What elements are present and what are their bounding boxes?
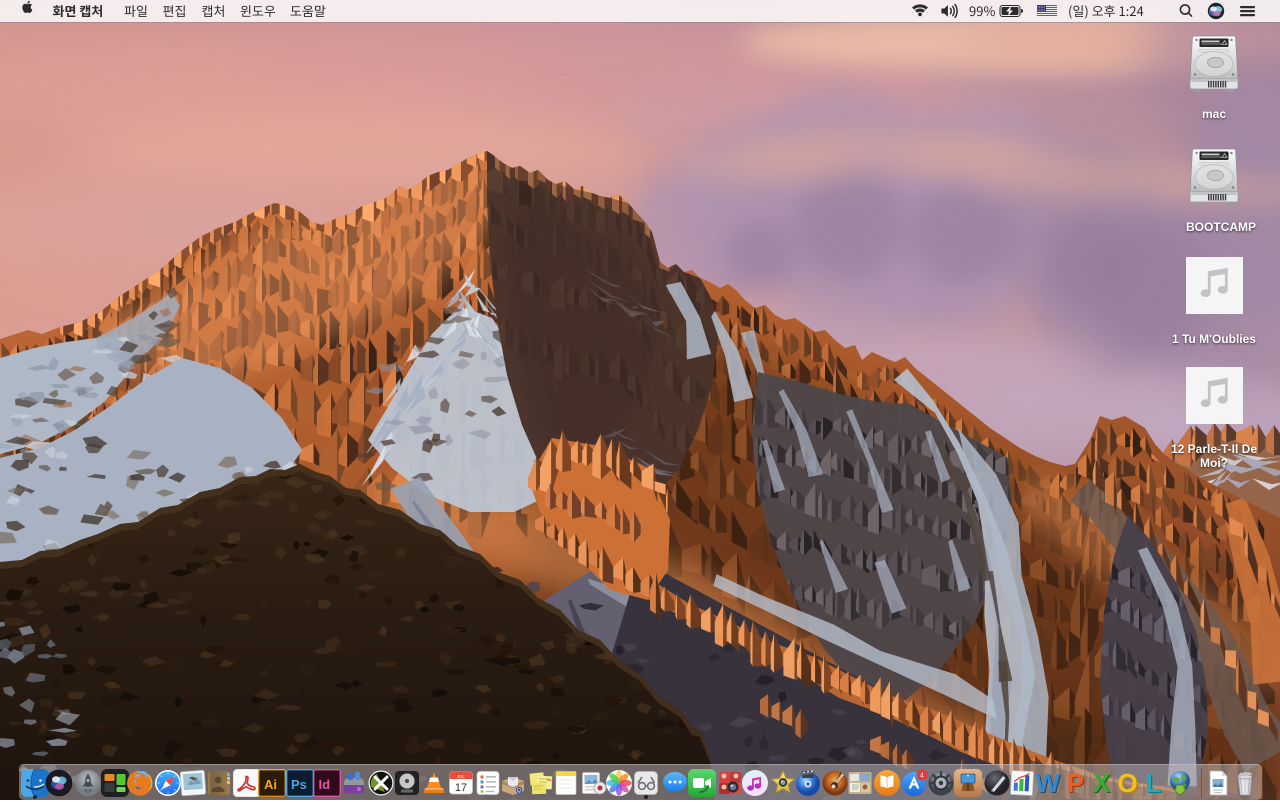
svg-text:Ai: Ai: [264, 777, 277, 792]
svg-text:W: W: [1035, 769, 1060, 797]
svg-text:Ps: Ps: [291, 777, 307, 792]
svg-text:O: O: [1117, 769, 1137, 797]
svg-text:X: X: [1093, 769, 1111, 797]
svg-text:L: L: [1146, 769, 1162, 797]
svg-text:Q: Q: [517, 788, 521, 794]
svg-text:JUL: JUL: [457, 774, 465, 779]
svg-text:Id: Id: [319, 777, 331, 792]
svg-text:P: P: [1067, 769, 1084, 797]
svg-text:4: 4: [920, 772, 924, 779]
svg-text:17: 17: [455, 782, 467, 794]
